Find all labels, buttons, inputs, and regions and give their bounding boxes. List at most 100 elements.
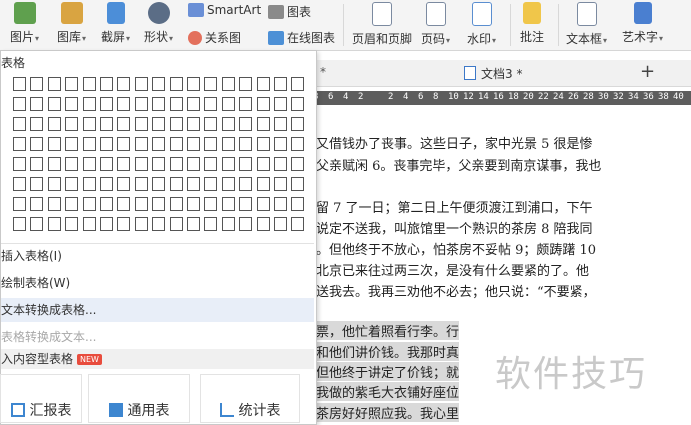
insert-table-item[interactable]: 插入表格(I) (1, 244, 314, 268)
table-grid-cell[interactable] (117, 197, 131, 211)
table-grid-cell[interactable] (134, 157, 148, 171)
table-grid-cell[interactable] (256, 137, 270, 151)
table-grid-cell[interactable] (82, 217, 96, 231)
online-chart-button[interactable]: 在线图表 (268, 29, 335, 46)
table-grid-cell[interactable] (13, 157, 26, 171)
table-grid-cell[interactable] (204, 157, 218, 171)
chart-button[interactable]: 图表 (268, 3, 311, 20)
table-grid-cell[interactable] (274, 197, 287, 211)
table-grid-cell[interactable] (152, 217, 166, 231)
table-grid-cell[interactable] (239, 77, 253, 91)
table-grid-cell[interactable] (152, 197, 166, 211)
table-grid-cell[interactable] (187, 117, 200, 131)
table-grid-cell[interactable] (47, 197, 61, 211)
table-grid-cell[interactable] (100, 97, 113, 111)
table-grid-cell[interactable] (82, 137, 96, 151)
table-grid-cell[interactable] (134, 177, 148, 191)
table-grid-cell[interactable] (134, 117, 148, 131)
table-grid-cell[interactable] (169, 97, 183, 111)
table-grid-cell[interactable] (152, 117, 166, 131)
table-grid-cell[interactable] (274, 157, 287, 171)
textbox-button[interactable]: 文本框▾ (566, 2, 607, 47)
comment-button[interactable]: 批注 (520, 2, 544, 45)
table-grid-cell[interactable] (291, 77, 305, 91)
table-grid-cell[interactable] (239, 177, 253, 191)
table-grid-cell[interactable] (256, 77, 270, 91)
table-grid-cell[interactable] (152, 177, 166, 191)
table-grid-cell[interactable] (274, 77, 287, 91)
table-grid-cell[interactable] (152, 137, 166, 151)
page-number-button[interactable]: 页码▾ (421, 2, 450, 47)
table-grid-cell[interactable] (169, 217, 183, 231)
table-grid-cell[interactable] (117, 117, 131, 131)
table-grid-cell[interactable] (152, 77, 166, 91)
table-grid-cell[interactable] (291, 217, 305, 231)
table-grid-cell[interactable] (13, 197, 26, 211)
table-grid-cell[interactable] (82, 157, 96, 171)
table-grid-cell[interactable] (256, 97, 270, 111)
general-table-card[interactable]: 通用表 (88, 374, 190, 423)
table-grid-cell[interactable] (82, 97, 96, 111)
table-grid-cell[interactable] (65, 97, 79, 111)
table-grid-cell[interactable] (239, 117, 253, 131)
header-footer-button[interactable]: 页眉和页脚 (352, 2, 412, 47)
table-grid-cell[interactable] (239, 197, 253, 211)
table-grid-cell[interactable] (65, 177, 79, 191)
table-grid-cell[interactable] (256, 217, 270, 231)
smartart-button[interactable]: SmartArt (188, 3, 261, 17)
table-grid-cell[interactable] (256, 177, 270, 191)
table-grid-cell[interactable] (30, 197, 44, 211)
table-grid-cell[interactable] (65, 157, 79, 171)
table-grid-cell[interactable] (291, 137, 305, 151)
table-grid-cell[interactable] (256, 197, 270, 211)
table-grid-cell[interactable] (221, 137, 235, 151)
table-grid-cell[interactable] (221, 97, 235, 111)
text-to-table-item[interactable]: 文本转换成表格... (1, 298, 314, 322)
table-grid-cell[interactable] (204, 217, 218, 231)
tab-document3[interactable]: 文档3 * (464, 63, 522, 83)
table-grid-cell[interactable] (82, 177, 96, 191)
table-grid-cell[interactable] (239, 137, 253, 151)
table-grid-cell[interactable] (221, 217, 235, 231)
new-tab-button[interactable]: + (640, 61, 655, 82)
table-grid-cell[interactable] (65, 217, 79, 231)
table-grid-cell[interactable] (13, 77, 26, 91)
table-grid-cell[interactable] (239, 217, 253, 231)
horizontal-ruler[interactable]: 8642246810121416182022242628303234363840 (313, 91, 691, 105)
table-grid-cell[interactable] (204, 177, 218, 191)
table-grid-cell[interactable] (100, 217, 113, 231)
stats-table-card[interactable]: 统计表 (200, 374, 300, 423)
table-grid-cell[interactable] (187, 177, 200, 191)
screenshot-button[interactable]: 截屏▾ (101, 2, 130, 45)
table-grid-cell[interactable] (291, 157, 305, 171)
table-grid-cell[interactable] (221, 197, 235, 211)
table-grid-cell[interactable] (204, 197, 218, 211)
table-grid-cell[interactable] (100, 157, 113, 171)
table-grid-cell[interactable] (204, 117, 218, 131)
table-grid-cell[interactable] (274, 217, 287, 231)
table-grid-cell[interactable] (30, 157, 44, 171)
table-grid-cell[interactable] (204, 77, 218, 91)
table-grid-cell[interactable] (30, 117, 44, 131)
table-grid-cell[interactable] (134, 77, 148, 91)
table-grid-cell[interactable] (82, 117, 96, 131)
table-grid-cell[interactable] (291, 117, 305, 131)
table-grid-cell[interactable] (47, 217, 61, 231)
table-grid-cell[interactable] (169, 177, 183, 191)
gallery-button[interactable]: 图库▾ (57, 2, 86, 45)
table-grid-cell[interactable] (221, 117, 235, 131)
table-grid-cell[interactable] (100, 177, 113, 191)
table-grid-cell[interactable] (187, 157, 200, 171)
table-grid-cell[interactable] (47, 97, 61, 111)
table-grid-cell[interactable] (256, 117, 270, 131)
picture-button[interactable]: 图片▾ (10, 2, 39, 45)
table-grid-cell[interactable] (47, 157, 61, 171)
table-grid-cell[interactable] (117, 137, 131, 151)
table-grid-cell[interactable] (47, 177, 61, 191)
table-grid-cell[interactable] (134, 97, 148, 111)
table-grid-cell[interactable] (274, 97, 287, 111)
mindmap-button[interactable]: 关系图 (188, 29, 241, 46)
table-grid-cell[interactable] (100, 137, 113, 151)
table-grid-cell[interactable] (30, 97, 44, 111)
table-grid-cell[interactable] (13, 217, 26, 231)
